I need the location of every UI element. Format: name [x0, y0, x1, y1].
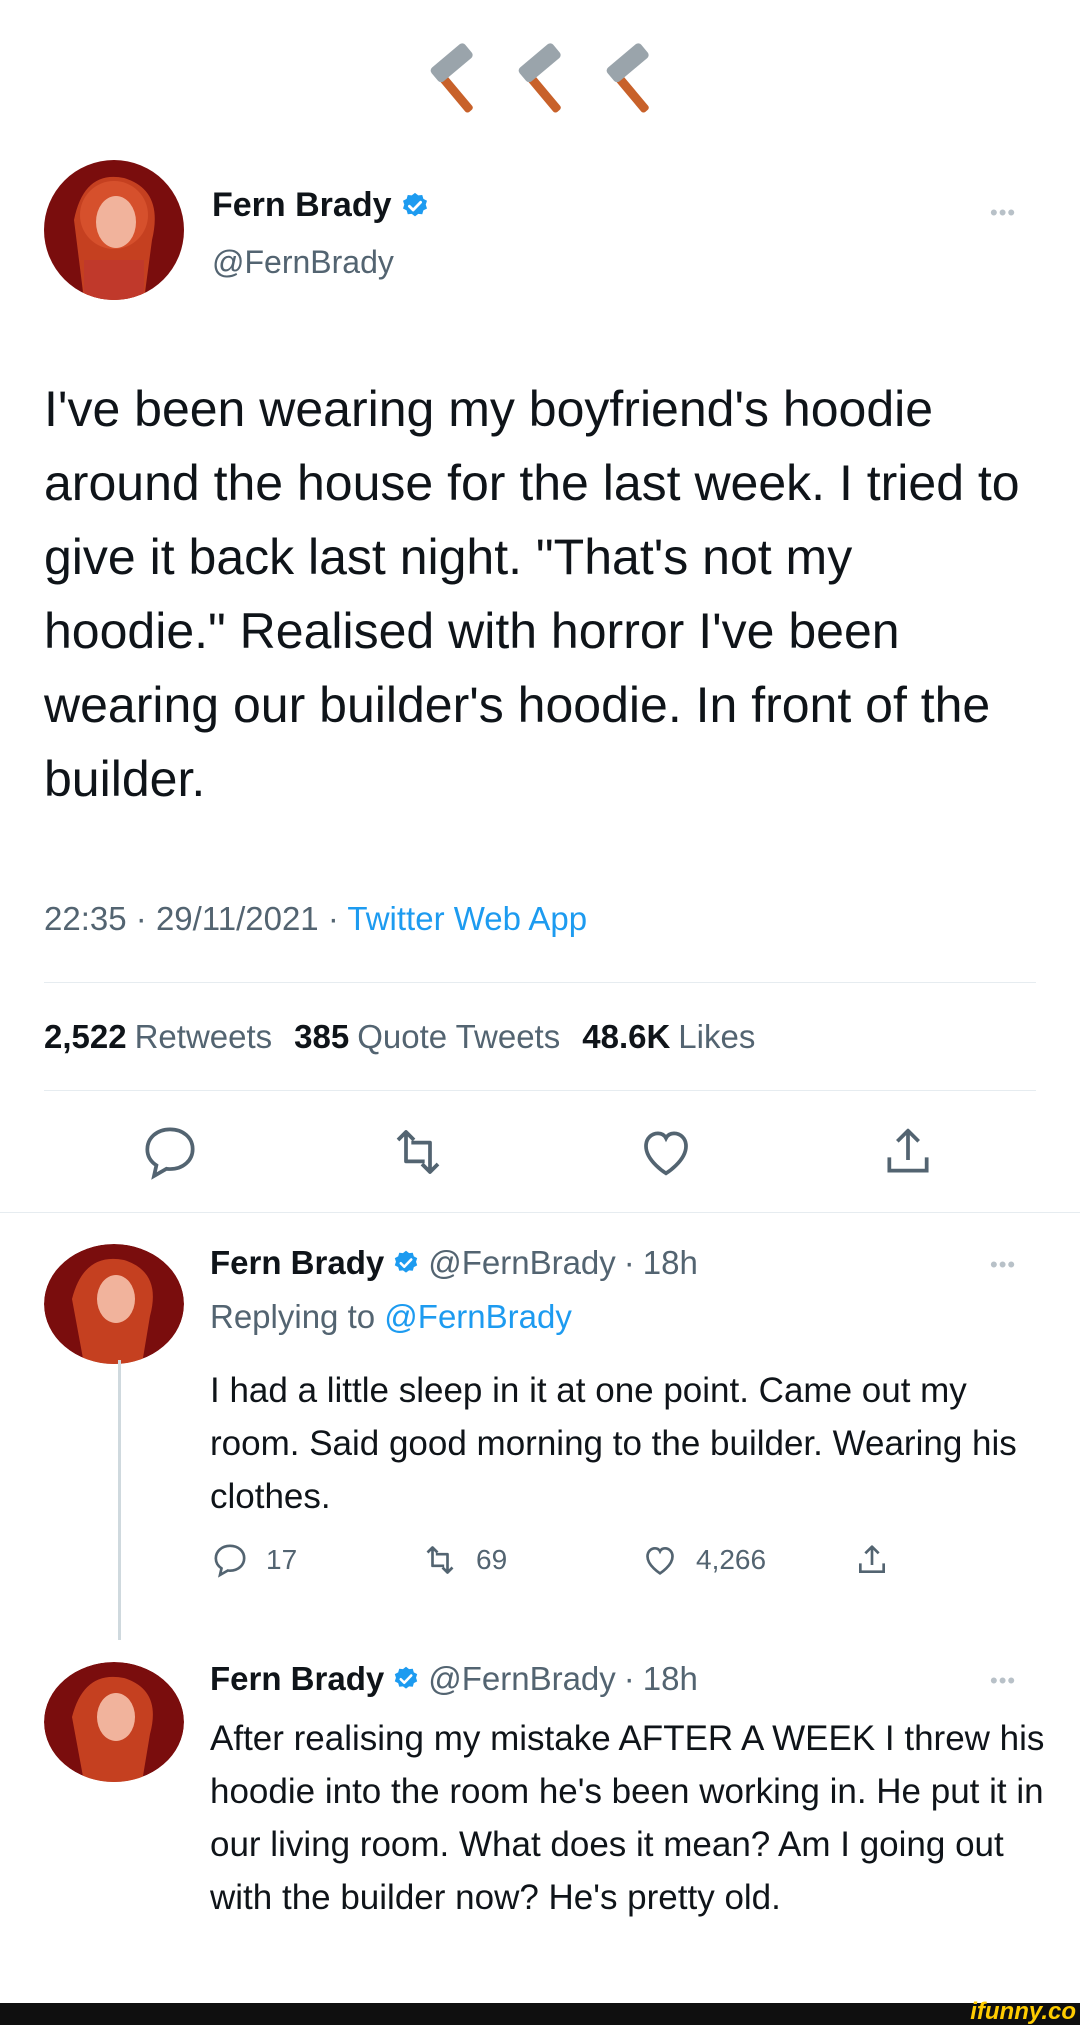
like-heart-icon — [646, 1546, 674, 1575]
verified-badge-icon — [395, 1250, 418, 1273]
more-options-icon[interactable]: ••• — [990, 1252, 1016, 1278]
tweet-time[interactable]: 22:35 — [44, 900, 127, 937]
share-icon — [859, 1545, 885, 1573]
reply-header: Fern Brady @FernBrady · 18h — [210, 1244, 698, 1282]
reply-icon[interactable] — [138, 1120, 202, 1184]
reply-text: I had a little sleep in it at one point.… — [210, 1371, 1017, 1516]
hammer-emoji-row — [415, 40, 675, 130]
tweet-text: I've been wearing my boyfriend's hoodie … — [44, 381, 1020, 807]
reply-count-button[interactable]: 17 — [210, 1540, 297, 1580]
replying-to-line: Replying to @FernBrady — [210, 1298, 572, 1335]
verified-badge-icon — [395, 1666, 418, 1689]
reply-author-handle[interactable]: @FernBrady — [428, 1244, 616, 1282]
retweet-icon — [426, 1546, 454, 1574]
tweet-date[interactable]: 29/11/2021 — [156, 900, 319, 937]
reply-age[interactable]: 18h — [643, 1244, 698, 1282]
avatar[interactable] — [44, 1662, 184, 1782]
reply-age[interactable]: 18h — [643, 1660, 698, 1698]
tweet-source[interactable]: Twitter Web App — [347, 900, 587, 937]
like-count-button[interactable]: 4,266 — [640, 1540, 766, 1580]
more-options-icon[interactable]: ••• — [990, 200, 1016, 226]
watermark-bar — [0, 2003, 1080, 2025]
reply-action-bar: 17 69 4,266 — [0, 1540, 1080, 1590]
more-options-icon[interactable]: ••• — [990, 1668, 1016, 1694]
author-handle[interactable]: @FernBrady — [212, 244, 394, 281]
likes-stat[interactable]: 48.6K Likes — [582, 1018, 755, 1056]
thread-connector — [118, 1360, 121, 1640]
hammer-icon — [518, 43, 561, 113]
retweet-count-button[interactable]: 69 — [420, 1540, 507, 1580]
divider — [44, 982, 1036, 983]
quotes-stat[interactable]: 385 Quote Tweets — [294, 1018, 560, 1056]
hammer-icon — [430, 43, 473, 113]
tweet-meta: 22:35 · 29/11/2021 · Twitter Web App — [44, 900, 588, 937]
retweets-stat[interactable]: 2,522 Retweets — [44, 1018, 272, 1056]
reply-author-name[interactable]: Fern Brady — [210, 1244, 384, 1282]
like-heart-icon[interactable] — [634, 1120, 698, 1184]
author-name-row[interactable]: Fern Brady — [212, 186, 430, 225]
avatar[interactable] — [44, 1244, 184, 1364]
share-button[interactable] — [852, 1540, 892, 1580]
reply-author-name[interactable]: Fern Brady — [210, 1660, 384, 1698]
replying-to-handle[interactable]: @FernBrady — [384, 1298, 572, 1335]
reply-text: After realising my mistake AFTER A WEEK … — [210, 1719, 1045, 1917]
retweet-icon[interactable] — [386, 1120, 450, 1184]
author-name[interactable]: Fern Brady — [212, 186, 392, 225]
tweet-stats: 2,522 Retweets 385 Quote Tweets 48.6K Likes — [44, 1018, 755, 1056]
reply-icon — [214, 1544, 246, 1578]
share-icon[interactable] — [876, 1120, 940, 1184]
reply-author-handle[interactable]: @FernBrady — [428, 1660, 616, 1698]
divider — [0, 1212, 1080, 1213]
tweet-action-bar — [0, 1120, 1080, 1190]
divider — [44, 1090, 1036, 1091]
hammer-icon — [606, 43, 649, 113]
verified-badge-icon — [402, 192, 427, 216]
reply-header: Fern Brady @FernBrady · 18h — [210, 1660, 698, 1698]
avatar[interactable] — [44, 160, 184, 300]
watermark-logo: ifunny.co — [970, 1998, 1076, 2025]
